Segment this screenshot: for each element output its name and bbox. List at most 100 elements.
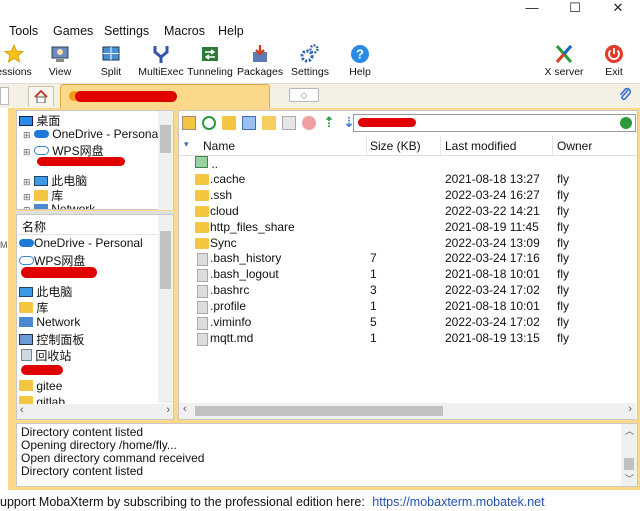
log-pane: Directory content listed Opening directo… [16,423,638,487]
xserver-button[interactable]: X server [540,42,588,82]
file-name: mqtt.md [210,330,254,345]
folder-icon [195,173,209,185]
session-tab[interactable] [60,84,270,108]
exit-button[interactable]: Exit [598,42,630,82]
file-icon [197,301,208,315]
file-name: Sync [210,235,237,250]
redacted-list-item [21,267,97,278]
file-icon [197,269,208,283]
parent-dir-icon [195,156,208,168]
sessions-button[interactable]: essions [0,42,34,82]
column-name[interactable]: Name [203,139,235,153]
menu-settings[interactable]: Settings [104,22,149,38]
settings-button[interactable]: Settings [288,42,332,82]
tree-item-network[interactable]: ⊞ Network [23,202,95,209]
column-owner[interactable]: Owner [557,139,592,153]
upload-icon[interactable]: ⇡ [322,115,336,130]
redacted-path [358,118,416,127]
remote-hscroll-thumb[interactable] [195,406,443,416]
scroll-down-icon[interactable]: ﹀ [625,472,634,485]
file-owner: fly [557,267,569,282]
delete-icon[interactable] [302,116,316,130]
list-item[interactable]: 控制面板 [19,331,84,348]
view-button[interactable]: View [42,42,78,82]
control-panel-icon [19,334,33,345]
file-modified: 2022-03-22 14:21 [445,203,540,218]
scroll-right-icon[interactable]: › [166,404,170,416]
follow-terminal-icon[interactable] [620,117,632,129]
library-icon [33,190,48,201]
help-button[interactable]: ? Help [344,42,376,82]
wps-cloud-icon [19,256,34,265]
column-size[interactable]: Size (KB) [370,139,421,153]
tree-item-onedrive[interactable]: ⊞ OneDrive - Personal [23,127,161,141]
list-item[interactable]: Network [19,315,80,329]
packages-button[interactable]: Packages [237,42,283,82]
network-icon [19,317,33,327]
power-icon [605,45,623,63]
scroll-left-icon[interactable]: ‹ [20,404,24,416]
maximize-button[interactable]: ☐ [555,0,595,18]
list-item[interactable]: 回收站 [19,347,71,364]
open-folder-icon[interactable] [262,116,276,130]
tree-scrollbar[interactable] [158,111,173,210]
remote-hscrollbar[interactable]: ‹ › [179,403,636,419]
file-size: 1 [370,299,377,314]
local-list-scrollbar[interactable] [158,215,173,403]
tree-scroll-thumb[interactable] [160,125,171,153]
file-owner: fly [557,283,569,298]
log-scroll-thumb[interactable] [624,458,634,470]
multiexec-button[interactable]: MultiExec [138,42,184,82]
file-name: .profile [210,299,247,314]
remote-path-input[interactable] [353,114,636,132]
file-owner: fly [557,171,569,186]
file-name: .ssh [210,187,233,202]
column-modified[interactable]: Last modified [445,139,516,153]
menu-tools[interactable]: Tools [9,22,38,38]
close-button[interactable]: ✕ [598,0,638,18]
local-list-hscrollbar[interactable]: ‹ › [17,404,173,419]
professional-edition-link[interactable]: https://mobaxterm.mobatek.net [372,495,544,509]
file-owner: fly [557,235,569,250]
quick-connect-input[interactable] [0,87,9,105]
list-item[interactable]: gitee [19,379,62,393]
new-tab-button[interactable]: ◇ [289,88,319,102]
scroll-up-icon[interactable]: ︿ [625,424,634,437]
file-modified: 2022-03-24 16:27 [445,187,540,202]
log-scrollbar[interactable]: ︿ ﹀ [621,424,637,486]
file-modified: 2021-08-19 11:45 [445,219,539,234]
file-owner: fly [557,203,569,218]
paperclip-icon[interactable] [618,86,632,105]
new-folder-icon[interactable] [222,116,236,130]
list-item[interactable]: 此电脑 [19,283,72,300]
file-name: .viminfo [210,315,252,329]
file-size: 1 [370,330,377,345]
scroll-right-icon[interactable]: › [628,403,632,415]
status-bar: upport MobaXterm by subscribing to the p… [0,495,545,509]
file-modified: 2021-08-18 13:27 [445,171,540,186]
edit-icon[interactable] [282,116,296,130]
view-icon [51,46,69,62]
local-list-scroll-thumb[interactable] [160,231,171,289]
new-file-icon[interactable] [242,116,256,130]
split-button[interactable]: Split [94,42,128,82]
star-icon [4,44,24,63]
file-icon [197,317,208,330]
table-row[interactable]: .. [195,156,218,171]
gear-icon [300,44,319,63]
tunneling-button[interactable]: Tunneling [186,42,234,82]
parent-folder-icon[interactable] [182,116,196,130]
list-item[interactable]: 库 [19,299,48,316]
library-icon [19,302,33,313]
menu-macros[interactable]: Macros [164,22,205,38]
refresh-icon[interactable] [202,116,216,130]
home-tab[interactable] [28,86,54,106]
side-label: M [0,240,8,250]
local-list-header[interactable]: 名称 [17,215,173,235]
menu-help[interactable]: Help [218,22,244,38]
minimize-button[interactable]: — [512,0,552,18]
menu-games[interactable]: Games [53,22,93,38]
scroll-left-icon[interactable]: ‹ [183,403,187,415]
list-item[interactable]: OneDrive - Personal [19,236,143,250]
network-icon [33,204,48,209]
